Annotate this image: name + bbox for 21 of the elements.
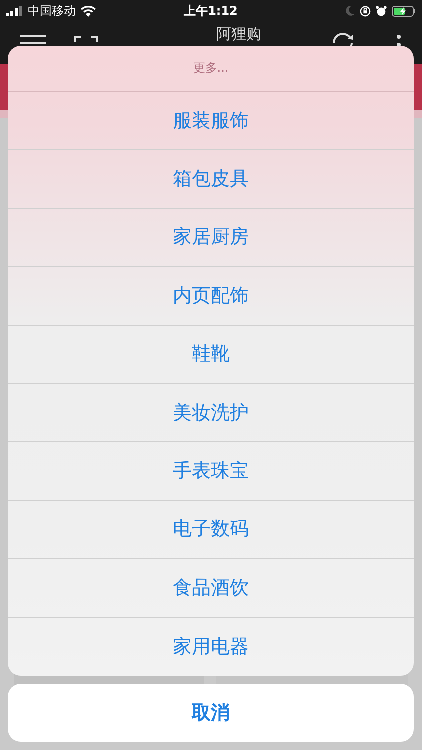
menu-option[interactable]: 内页配饰 xyxy=(8,267,414,326)
carrier-name: 中国移动 xyxy=(28,2,76,20)
status-time: 上午1:12 xyxy=(184,2,238,20)
menu-option[interactable]: 食品酒饮 xyxy=(8,559,414,618)
sheet-title: 更多... xyxy=(8,46,414,92)
battery-icon xyxy=(392,6,416,16)
menu-option[interactable]: 美妆洗护 xyxy=(8,384,414,442)
menu-option[interactable]: 家用电器 xyxy=(8,618,414,676)
menu-option[interactable]: 鞋靴 xyxy=(8,326,414,384)
moon-icon xyxy=(346,6,355,16)
alarm-icon xyxy=(376,6,387,16)
page-title: 阿狸购 xyxy=(216,25,262,43)
signal-icon xyxy=(6,6,23,16)
wifi-icon xyxy=(81,6,96,16)
menu-option[interactable]: 家居厨房 xyxy=(8,208,414,268)
menu-option[interactable]: 服装服饰 xyxy=(8,92,414,150)
menu-option[interactable]: 箱包皮具 xyxy=(8,150,414,209)
menu-option[interactable]: 电子数码 xyxy=(8,500,414,560)
menu-option[interactable]: 手表珠宝 xyxy=(8,442,414,501)
lock-rotation-icon xyxy=(360,6,371,16)
cancel-button[interactable]: 取消 xyxy=(8,684,414,742)
